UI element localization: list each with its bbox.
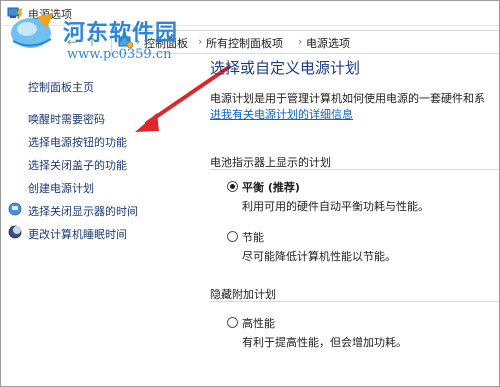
watermark-logo-icon	[11, 13, 53, 48]
page-title: 选择或自定义电源计划	[210, 59, 361, 77]
breadcrumb-separator: ›	[298, 35, 303, 48]
watermark-site-name: 河东软件园	[63, 21, 179, 46]
details-link[interactable]: 进我有关电源计划的详细信息	[210, 106, 353, 122]
watermark-url: www.pc0359.cn	[67, 47, 172, 62]
hidden-plans-toggle[interactable]: 隐藏附加计划	[210, 286, 276, 302]
plan-name-high-performance[interactable]: 高性能	[242, 315, 275, 331]
battery-section-heading: 电池指示器上显示的计划	[210, 156, 331, 169]
sidebar-item-wake-password[interactable]: 唤醒时需要密码	[28, 111, 105, 127]
plan-desc-power-saver: 尽可能降低计算机性能以节能。	[242, 250, 396, 263]
section-divider	[210, 301, 499, 302]
section-divider	[210, 169, 499, 170]
moon-icon	[8, 225, 22, 239]
power-saver-radio[interactable]	[227, 231, 238, 242]
plan-name-balanced[interactable]: 平衡 (推荐)	[242, 179, 300, 195]
window: 电源选项 ← ↑ › 控制面板 › 所有控制面板项 › 电源选项 河东软件园 w…	[0, 0, 500, 387]
high-performance-radio[interactable]	[227, 317, 238, 328]
page-description: 电源计划是用于管理计算机如何使用电源的一套硬件和系	[210, 92, 485, 105]
balanced-radio[interactable]	[227, 181, 238, 192]
sidebar-item-create-plan[interactable]: 创建电源计划	[28, 180, 94, 196]
breadcrumb-separator: ›	[198, 35, 203, 48]
plan-desc-high-performance: 有利于提高性能，但会增加功耗。	[242, 336, 407, 349]
sidebar-item-lid-close[interactable]: 选择关闭盖子的功能	[28, 157, 127, 173]
plan-desc-balanced: 利用可用的硬件自动平衡功耗与性能。	[242, 200, 429, 213]
sidebar-item-power-button[interactable]: 选择电源按钮的功能	[28, 134, 127, 150]
sidebar-item-display-off[interactable]: 选择关闭显示器的时间	[28, 203, 138, 219]
breadcrumb-item-all-items[interactable]: 所有控制面板项	[206, 35, 283, 51]
main-content: 选择或自定义电源计划 电源计划是用于管理计算机如何使用电源的一套硬件和系 进我有…	[198, 57, 499, 386]
plan-name-power-saver[interactable]: 节能	[242, 229, 264, 245]
sidebar-item-home[interactable]: 控制面板主页	[28, 79, 94, 95]
breadcrumb-item-power-options[interactable]: 电源选项	[306, 35, 350, 51]
sidebar-item-sleep-time[interactable]: 更改计算机睡眠时间	[28, 226, 127, 242]
monitor-icon	[8, 202, 22, 216]
